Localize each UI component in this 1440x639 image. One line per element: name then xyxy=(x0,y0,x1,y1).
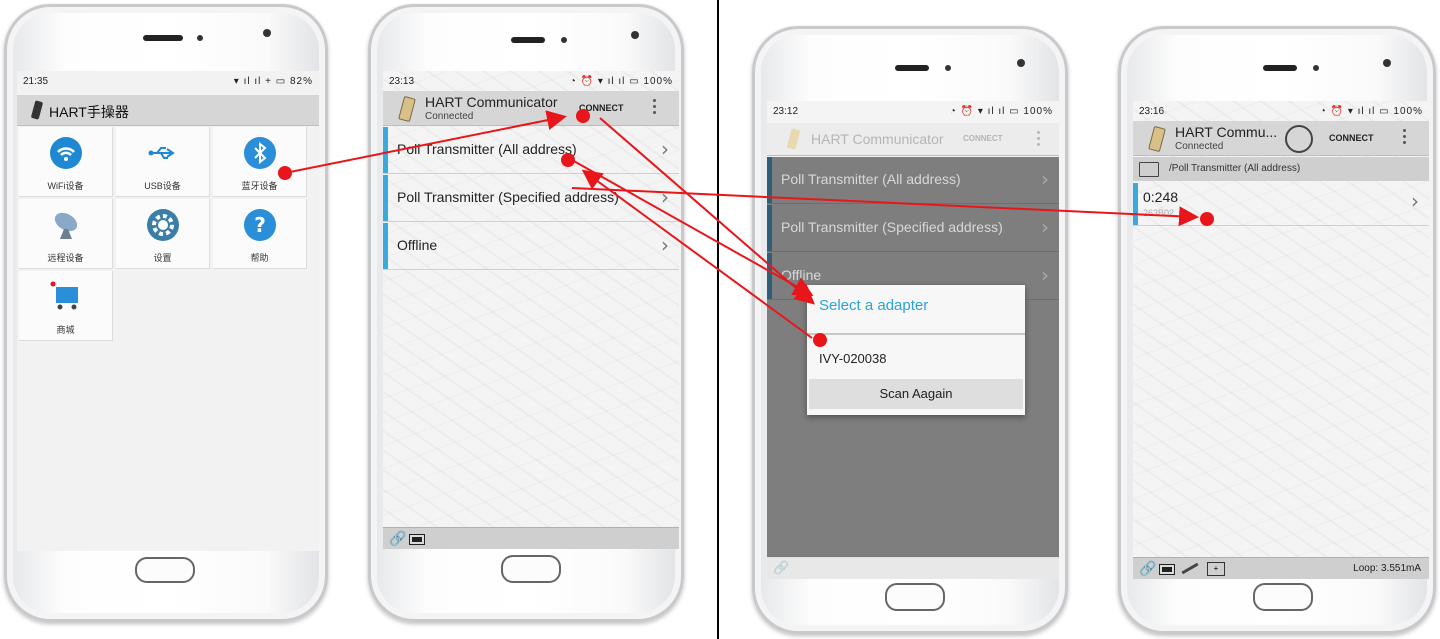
annotation-marker-poll xyxy=(561,153,575,167)
annotation-arrows xyxy=(284,110,1199,339)
arrow-bluetooth-to-connect xyxy=(284,110,567,174)
arrow-poll-to-dialog xyxy=(571,159,814,296)
annotation-marker-bluetooth xyxy=(278,166,292,180)
annotation-marker-connect xyxy=(576,109,590,123)
annotation-marker-adapter xyxy=(813,333,827,347)
arrow-connect-to-dialog xyxy=(599,117,816,305)
annotation-marker-device xyxy=(1200,212,1214,226)
